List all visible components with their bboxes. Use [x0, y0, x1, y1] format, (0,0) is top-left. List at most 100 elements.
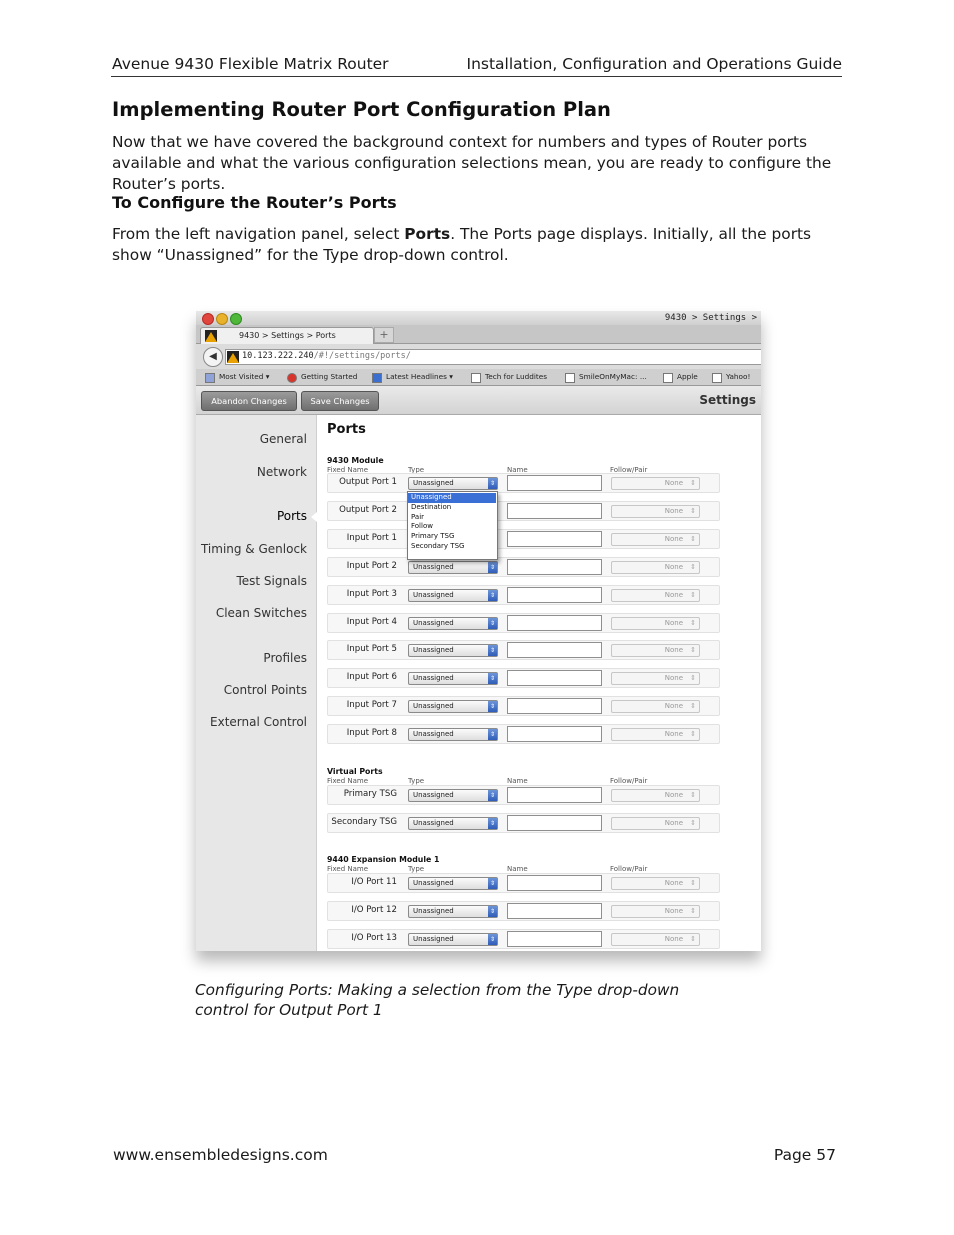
port-row: Input Port 3 Unassigned ⇕ None ⇕: [327, 584, 720, 605]
follow-pair-value: None: [664, 879, 683, 887]
bookmark-getting-started[interactable]: Getting Started: [301, 372, 357, 381]
port-group-title: 9440 Expansion Module 1: [327, 855, 440, 864]
url-field[interactable]: 10.123.222.240/#!/settings/ports/: [225, 349, 761, 365]
column-header-type: Type: [408, 865, 425, 873]
bookmark-latest-headlines[interactable]: Latest Headlines ▾: [386, 372, 453, 381]
port-name-input[interactable]: [507, 558, 602, 575]
port-type-select[interactable]: Unassigned ⇕: [408, 700, 498, 714]
dropdown-option[interactable]: Follow: [408, 522, 496, 532]
column-header-type: Type: [408, 777, 425, 785]
port-type-select[interactable]: Unassigned ⇕: [408, 588, 498, 602]
abandon-changes-button[interactable]: Abandon Changes: [201, 391, 297, 411]
follow-pair-select: None ⇕: [611, 532, 700, 546]
nav-clean-switches[interactable]: Clean Switches: [216, 606, 307, 620]
port-type-select[interactable]: Unassigned ⇕: [408, 672, 498, 686]
port-row: I/O Port 11 Unassigned ⇕ None ⇕: [327, 873, 720, 893]
port-name-input[interactable]: [507, 670, 602, 687]
nav-profiles[interactable]: Profiles: [263, 651, 307, 665]
follow-pair-value: None: [664, 818, 683, 827]
nav-general[interactable]: General: [260, 432, 307, 446]
port-name-input[interactable]: [507, 698, 602, 715]
bookmark-apple[interactable]: Apple: [677, 372, 698, 381]
column-header-follow-pair: Follow/Pair: [610, 865, 648, 873]
nav-test-signals[interactable]: Test Signals: [236, 574, 307, 588]
select-arrows-icon: ⇕: [690, 506, 696, 515]
nav-external-control[interactable]: External Control: [210, 715, 307, 729]
port-row: Output Port 1 Unassigned ⇕ None ⇕: [327, 473, 720, 493]
port-name-input[interactable]: [507, 787, 602, 803]
follow-pair-value: None: [664, 506, 683, 515]
port-name-input[interactable]: [507, 726, 602, 743]
running-header-guide: Installation, Configuration and Operatio…: [466, 55, 843, 73]
port-type-value: Unassigned: [413, 879, 454, 887]
minimize-window-icon[interactable]: [216, 313, 228, 325]
port-row: Output Port 2Unassigned⇕None⇕: [327, 500, 720, 521]
port-name-input[interactable]: [507, 502, 602, 519]
port-name-input[interactable]: [507, 814, 602, 831]
bookmark-yahoo[interactable]: Yahoo!: [726, 372, 750, 381]
port-name-input[interactable]: [507, 614, 602, 631]
new-tab-button[interactable]: +: [374, 327, 394, 343]
ports-screenshot: 9430 > Settings > 9430 > Settings > Port…: [196, 311, 761, 951]
section-title: Implementing Router Port Configuration P…: [112, 98, 611, 121]
port-type-select[interactable]: Unassigned ⇕: [408, 932, 498, 946]
zoom-window-icon[interactable]: [230, 313, 242, 325]
select-arrows-icon: ⇕: [690, 702, 696, 711]
nav-ports[interactable]: Ports: [277, 509, 307, 523]
back-arrow-icon[interactable]: ◀: [203, 347, 223, 367]
port-type-select[interactable]: Unassigned ⇕: [408, 789, 498, 802]
port-type-select[interactable]: Unassigned ⇕: [408, 616, 498, 630]
browser-tab-ports[interactable]: 9430 > Settings > Ports: [200, 327, 374, 344]
select-arrows-icon: ⇕: [488, 817, 497, 829]
dropdown-option[interactable]: Pair: [408, 513, 496, 523]
port-type-select[interactable]: Unassigned ⇕: [408, 728, 498, 742]
dropdown-option[interactable]: Secondary TSG: [408, 542, 496, 552]
port-name-input[interactable]: [507, 586, 602, 603]
port-type-select[interactable]: Unassigned ⇕: [408, 560, 498, 574]
bookmark-smileonmymac[interactable]: SmileOnMyMac: ...: [579, 372, 647, 381]
port-type-select[interactable]: Unassigned ⇕: [408, 477, 498, 490]
port-type-select[interactable]: Unassigned ⇕: [408, 877, 498, 890]
port-type-select[interactable]: Unassigned ⇕: [408, 644, 498, 658]
port-type-select[interactable]: Unassigned ⇕: [408, 816, 498, 830]
port-fixed-name: Secondary TSG: [331, 816, 397, 827]
port-row: I/O Port 12 Unassigned ⇕ None ⇕: [327, 900, 720, 921]
follow-pair-select: None ⇕: [611, 789, 700, 802]
follow-pair-select: None ⇕: [611, 816, 700, 830]
port-name-input[interactable]: [507, 875, 602, 891]
dropdown-option[interactable]: Destination: [408, 503, 496, 513]
port-name-input[interactable]: [507, 642, 602, 659]
select-arrows-icon: ⇕: [690, 934, 696, 943]
select-arrows-icon: ⇕: [690, 730, 696, 739]
nav-control-points[interactable]: Control Points: [224, 683, 307, 697]
port-type-select[interactable]: Unassigned ⇕: [408, 904, 498, 918]
select-arrows-icon: ⇕: [488, 561, 497, 573]
port-fixed-name: Input Port 3: [346, 588, 397, 599]
select-arrows-icon: ⇕: [690, 906, 696, 915]
nav-timing-genlock[interactable]: Timing & Genlock: [201, 542, 307, 556]
bookmark-most-visited[interactable]: Most Visited ▾: [219, 372, 269, 381]
intro-paragraph: Now that we have covered the background …: [112, 133, 832, 193]
select-arrows-icon: ⇕: [488, 645, 497, 657]
port-name-input[interactable]: [507, 902, 602, 919]
dropdown-option[interactable]: Unassigned: [408, 493, 496, 503]
page-icon: [663, 373, 673, 383]
port-name-input[interactable]: [507, 475, 602, 491]
bookmark-tech-for-luddites[interactable]: Tech for Luddites: [485, 372, 547, 381]
port-name-input[interactable]: [507, 930, 602, 947]
dropdown-option[interactable]: Primary TSG: [408, 532, 496, 542]
port-row: Input Port 8 Unassigned ⇕ None ⇕: [327, 724, 720, 745]
figure-caption: Configuring Ports: Making a selection fr…: [195, 981, 680, 1019]
follow-pair-select: None ⇕: [611, 644, 700, 658]
page-icon: [565, 373, 575, 383]
nav-network[interactable]: Network: [257, 465, 307, 479]
select-arrows-icon: ⇕: [488, 673, 497, 685]
port-row: Primary TSG Unassigned ⇕ None ⇕: [327, 785, 720, 805]
follow-pair-value: None: [664, 934, 683, 943]
port-name-input[interactable]: [507, 530, 602, 547]
save-changes-button[interactable]: Save Changes: [301, 391, 379, 411]
select-arrows-icon: ⇕: [488, 878, 497, 889]
select-arrows-icon: ⇕: [690, 791, 696, 799]
close-window-icon[interactable]: [202, 313, 214, 325]
type-dropdown-menu[interactable]: Unassigned Destination Pair Follow Primary T…: [407, 491, 498, 560]
